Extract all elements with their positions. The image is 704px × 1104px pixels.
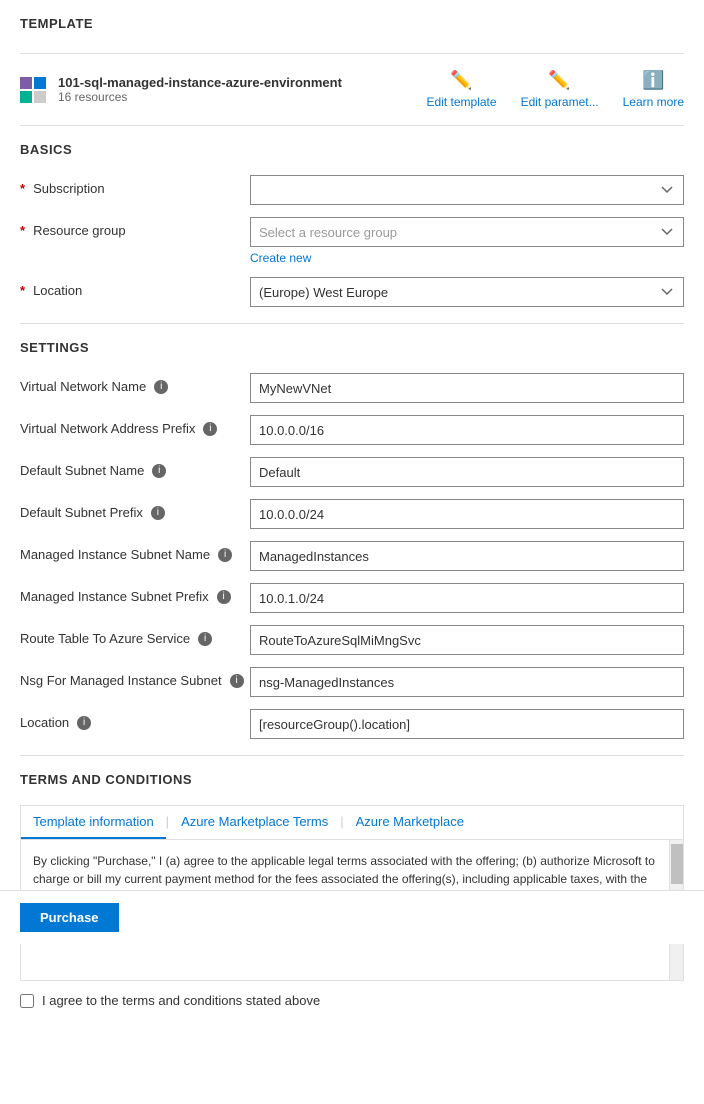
sq4 [34,91,46,103]
sq1 [20,77,32,89]
info-circle-icon: ℹ️ [642,70,664,91]
settings-info-icon-2[interactable]: i [152,464,166,478]
location-required-star: * [20,283,25,298]
edit-template-label: Edit template [427,95,497,109]
settings-fields-container: Virtual Network Namei Virtual Network Add… [20,373,684,739]
settings-control-4 [250,541,684,571]
settings-info-icon-7[interactable]: i [230,674,244,688]
edit-params-label: Edit paramet... [521,95,599,109]
subscription-select[interactable] [250,175,684,205]
settings-input-3[interactable] [250,499,684,529]
settings-label-5: Managed Instance Subnet Prefixi [20,583,250,604]
subscription-required-star: * [20,181,25,196]
settings-row-1: Virtual Network Address Prefixi [20,415,684,445]
sq2 [34,77,46,89]
settings-input-7[interactable] [250,667,684,697]
settings-input-2[interactable] [250,457,684,487]
create-new-link[interactable]: Create new [250,251,311,265]
template-icon-block: 101-sql-managed-instance-azure-environme… [20,75,342,104]
template-info: 101-sql-managed-instance-azure-environme… [58,75,342,104]
settings-label-3: Default Subnet Prefixi [20,499,250,520]
terms-checkbox-label: I agree to the terms and conditions stat… [42,993,320,1008]
terms-scrollbar-thumb [671,844,683,884]
settings-input-1[interactable] [250,415,684,445]
location-label: * Location [20,277,250,298]
subscription-row: * Subscription [20,175,684,205]
settings-input-6[interactable] [250,625,684,655]
settings-row-3: Default Subnet Prefixi [20,499,684,529]
tab-azure-marketplace[interactable]: Azure Marketplace [344,806,476,839]
terms-checkbox-row: I agree to the terms and conditions stat… [20,993,684,1008]
settings-control-5 [250,583,684,613]
settings-control-3 [250,499,684,529]
location-row: * Location (Europe) West Europe [20,277,684,307]
template-squares-icon [20,77,46,103]
tab-template-information[interactable]: Template information [21,806,166,839]
settings-input-5[interactable] [250,583,684,613]
resources-count: 16 resources [58,90,342,104]
purchase-button[interactable]: Purchase [20,903,119,932]
settings-info-icon-8[interactable]: i [77,716,91,730]
learn-more-label: Learn more [623,95,684,109]
settings-info-icon-3[interactable]: i [151,506,165,520]
sq3 [20,91,32,103]
settings-control-1 [250,415,684,445]
settings-control-0 [250,373,684,403]
settings-control-8 [250,709,684,739]
resource-group-row: * Resource group Select a resource group… [20,217,684,265]
settings-input-0[interactable] [250,373,684,403]
settings-label-7: Nsg For Managed Instance Subneti [20,667,250,688]
settings-label-2: Default Subnet Namei [20,457,250,478]
edit-params-icon: ✏️ [548,70,570,91]
resource-group-control: Select a resource group Create new [250,217,684,265]
terms-tabs: Template information | Azure Marketplace… [21,806,683,840]
app-name: 101-sql-managed-instance-azure-environme… [58,75,342,90]
resource-group-label: * Resource group [20,217,250,238]
settings-input-8[interactable] [250,709,684,739]
terms-checkbox[interactable] [20,994,34,1008]
settings-info-icon-1[interactable]: i [203,422,217,436]
basics-section-title: BASICS [20,142,684,163]
settings-label-8: Locationi [20,709,250,730]
settings-input-4[interactable] [250,541,684,571]
terms-section-title: TERMS AND CONDITIONS [20,772,684,793]
settings-label-4: Managed Instance Subnet Namei [20,541,250,562]
resource-group-select[interactable]: Select a resource group [250,217,684,247]
footer-bar: Purchase [0,890,704,944]
settings-info-icon-0[interactable]: i [154,380,168,394]
edit-template-button[interactable]: ✏️ Edit template [427,70,497,109]
template-actions: ✏️ Edit template ✏️ Edit paramet... ℹ️ L… [427,70,684,109]
settings-control-2 [250,457,684,487]
subscription-label: * Subscription [20,175,250,196]
settings-row-0: Virtual Network Namei [20,373,684,403]
settings-control-7 [250,667,684,697]
template-section: TEMPLATE 101-sql-managed-instance-azure-… [20,16,684,109]
settings-row-8: Locationi [20,709,684,739]
pencil-icon: ✏️ [450,70,472,91]
settings-section-title: SETTINGS [20,340,684,361]
settings-info-icon-5[interactable]: i [217,590,231,604]
settings-section: SETTINGS Virtual Network NameiVirtual Ne… [20,340,684,739]
location-control: (Europe) West Europe [250,277,684,307]
settings-row-6: Route Table To Azure Servicei [20,625,684,655]
learn-more-button[interactable]: ℹ️ Learn more [623,70,684,109]
subscription-control [250,175,684,205]
settings-label-1: Virtual Network Address Prefixi [20,415,250,436]
template-row: 101-sql-managed-instance-azure-environme… [20,70,684,109]
resource-group-required-star: * [20,223,25,238]
settings-control-6 [250,625,684,655]
settings-row-2: Default Subnet Namei [20,457,684,487]
template-section-title: TEMPLATE [20,16,684,37]
settings-row-4: Managed Instance Subnet Namei [20,541,684,571]
settings-info-icon-4[interactable]: i [218,548,232,562]
settings-label-6: Route Table To Azure Servicei [20,625,250,646]
settings-row-5: Managed Instance Subnet Prefixi [20,583,684,613]
edit-params-button[interactable]: ✏️ Edit paramet... [521,70,599,109]
settings-row-7: Nsg For Managed Instance Subneti [20,667,684,697]
settings-info-icon-6[interactable]: i [198,632,212,646]
tab-azure-marketplace-terms[interactable]: Azure Marketplace Terms [169,806,340,839]
location-select[interactable]: (Europe) West Europe [250,277,684,307]
basics-section: BASICS * Subscription * Resource group S… [20,142,684,307]
settings-label-0: Virtual Network Namei [20,373,250,394]
